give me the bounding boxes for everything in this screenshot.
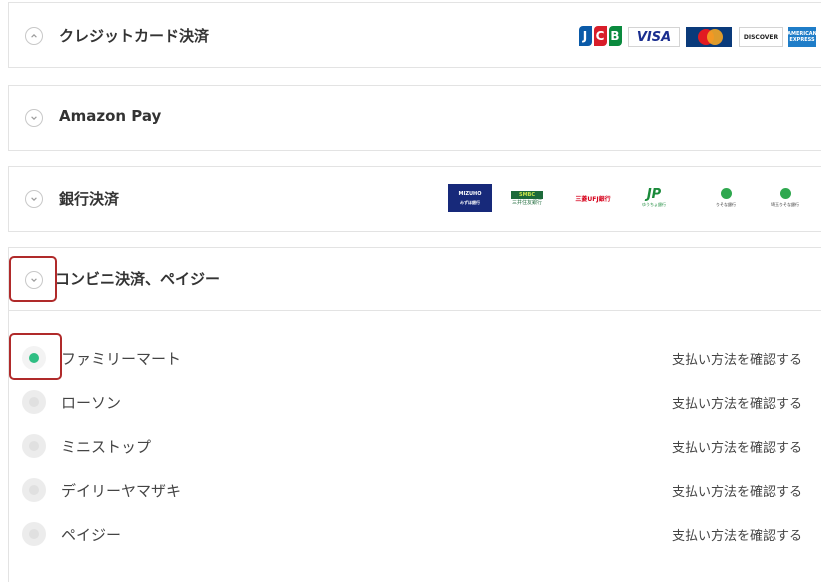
radio-button[interactable] <box>22 522 46 546</box>
amex-logo: AMERICAN EXPRESS <box>788 27 816 47</box>
jp-bank-logo: JP ゆうちょ銀行 <box>642 187 666 208</box>
smbc-bank-logo: SMBC 三井住友銀行 <box>511 190 543 206</box>
chevron-up-icon[interactable] <box>25 27 43 45</box>
radio-option-lawson[interactable]: ローソン 支払い方法を確認する <box>22 384 812 414</box>
radio-option-daily-yamazaki[interactable]: デイリーヤマザキ 支払い方法を確認する <box>22 472 812 502</box>
confirm-payment-link[interactable]: 支払い方法を確認する <box>672 349 802 368</box>
discover-logo: DISCOVER <box>739 27 783 47</box>
confirm-payment-link[interactable]: 支払い方法を確認する <box>672 437 802 456</box>
mastercard-logo <box>686 27 732 47</box>
chevron-down-icon[interactable] <box>25 190 43 208</box>
mufg-bank-logo: 三菱UFJ銀行 <box>575 195 611 203</box>
visa-logo: VISA <box>628 27 680 47</box>
radio-button[interactable] <box>22 390 46 414</box>
section-title: クレジットカード決済 <box>59 27 210 45</box>
radio-option-familymart[interactable]: ファミリーマート 支払い方法を確認する <box>22 340 812 370</box>
radio-option-ministop[interactable]: ミニストップ 支払い方法を確認する <box>22 428 812 458</box>
mizuho-bank-logo: MIZUHO みずほ銀行 <box>448 184 492 212</box>
option-label: ファミリーマート <box>61 350 182 368</box>
confirm-payment-link[interactable]: 支払い方法を確認する <box>672 481 802 500</box>
radio-option-payeasy[interactable]: ペイジー 支払い方法を確認する <box>22 516 812 546</box>
section-bank[interactable]: 銀行決済 <box>8 166 821 232</box>
chevron-down-icon[interactable] <box>25 271 43 289</box>
confirm-payment-link[interactable]: 支払い方法を確認する <box>672 525 802 544</box>
radio-button[interactable] <box>22 478 46 502</box>
radio-button[interactable] <box>22 346 46 370</box>
section-konbini[interactable]: コンビニ決済、ペイジー <box>8 247 821 311</box>
option-label: ローソン <box>61 394 122 412</box>
saitama-resona-bank-logo: 埼玉りそな銀行 <box>765 184 805 212</box>
section-title: Amazon Pay <box>59 107 162 125</box>
option-label: ミニストップ <box>61 438 152 456</box>
confirm-payment-link[interactable]: 支払い方法を確認する <box>672 393 802 412</box>
option-label: デイリーヤマザキ <box>61 482 182 500</box>
option-label: ペイジー <box>61 526 122 544</box>
resona-bank-logo: りそな銀行 <box>706 184 746 212</box>
panel-border <box>8 311 9 582</box>
chevron-down-icon[interactable] <box>25 109 43 127</box>
radio-button[interactable] <box>22 434 46 458</box>
jcb-logo: JCB <box>577 25 623 47</box>
section-title: 銀行決済 <box>59 190 120 208</box>
section-title: コンビニ決済、ペイジー <box>55 270 221 288</box>
section-amazon-pay[interactable]: Amazon Pay <box>8 85 821 151</box>
